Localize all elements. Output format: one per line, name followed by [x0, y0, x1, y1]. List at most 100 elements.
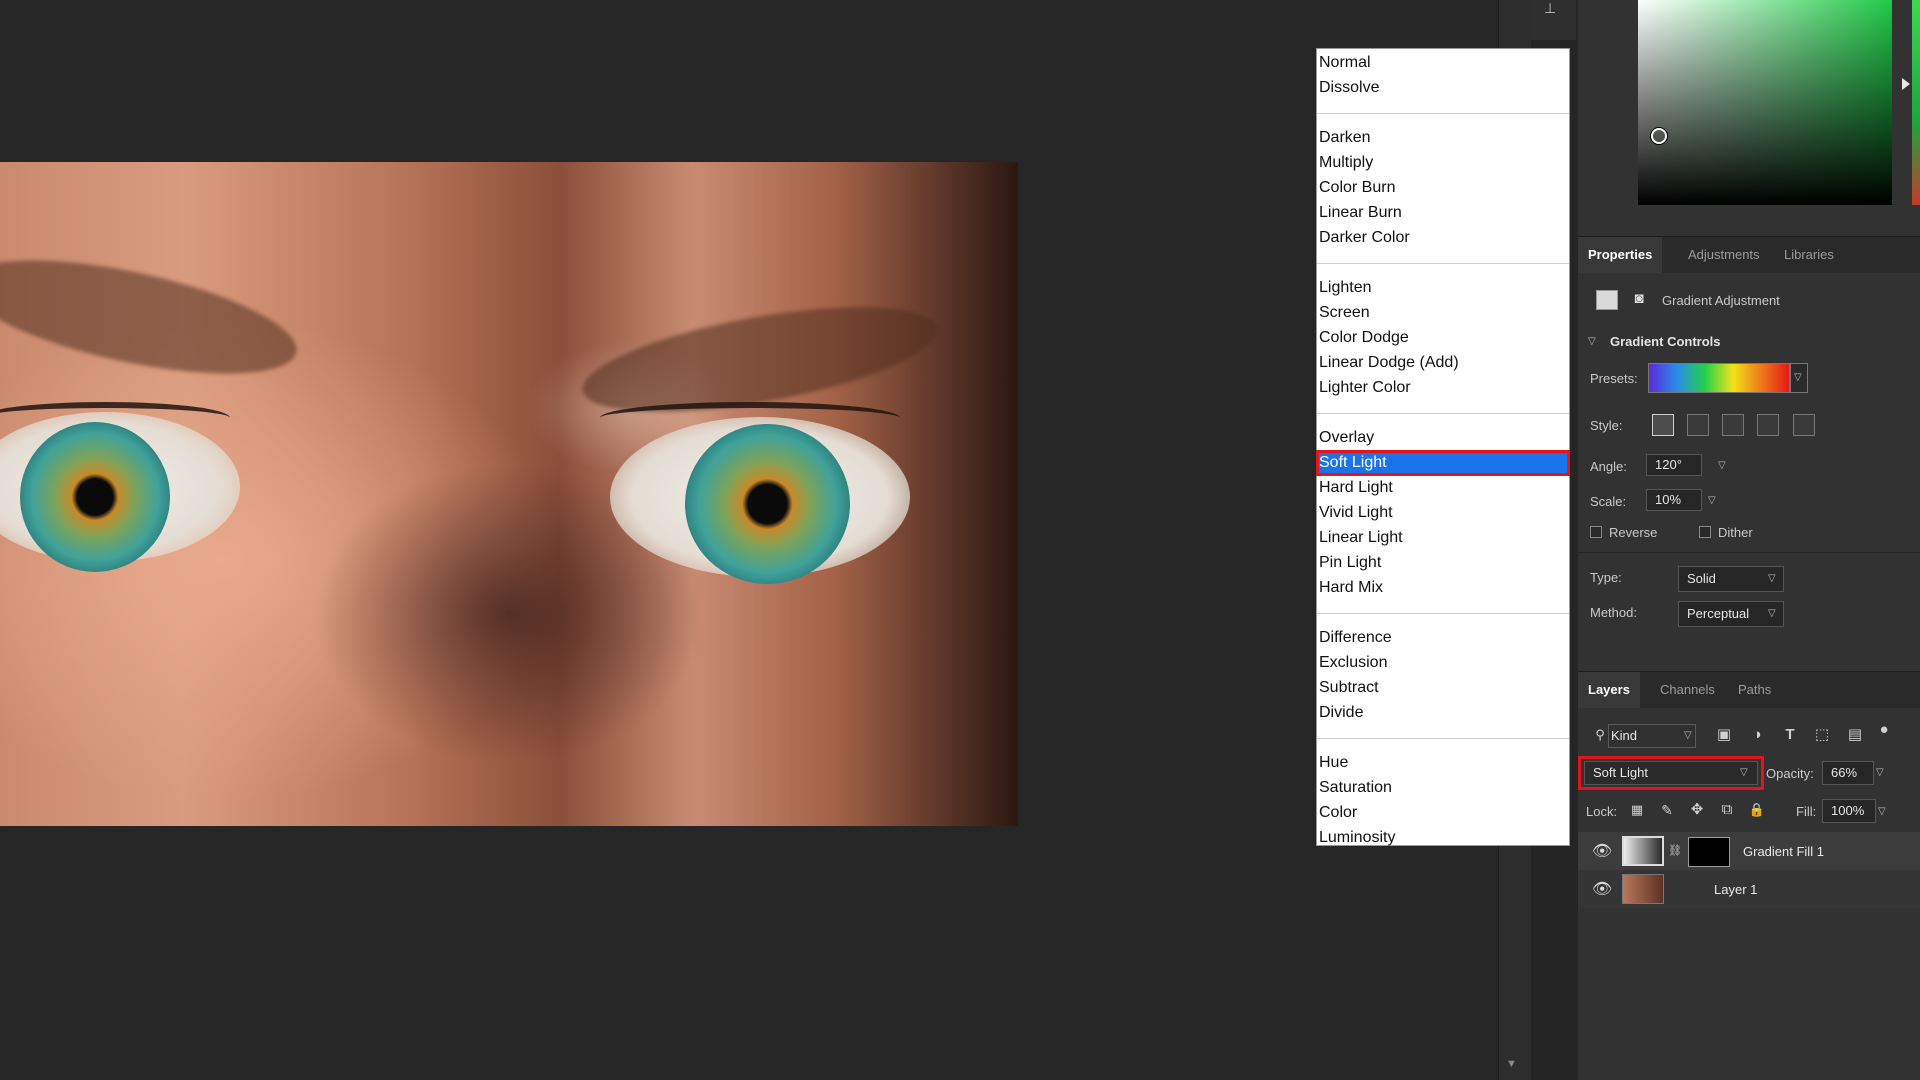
- blend-option-screen[interactable]: Screen: [1317, 301, 1569, 325]
- opacity-chevron-icon[interactable]: ▽: [1876, 767, 1884, 778]
- style-label: Style:: [1590, 418, 1623, 433]
- tab-layers[interactable]: Layers: [1578, 672, 1640, 708]
- scroll-down-icon[interactable]: ▼: [1506, 1058, 1517, 1070]
- filter-smart-object-icon[interactable]: ▤: [1844, 725, 1866, 745]
- canvas-image[interactable]: [0, 162, 1018, 826]
- style-linear-button[interactable]: [1652, 414, 1674, 436]
- tab-properties[interactable]: Properties: [1578, 237, 1663, 273]
- blend-option-exclusion[interactable]: Exclusion: [1317, 651, 1569, 675]
- method-label: Method:: [1590, 605, 1637, 620]
- blend-option-multiply[interactable]: Multiply: [1317, 151, 1569, 175]
- blend-option-lighten[interactable]: Lighten: [1317, 276, 1569, 300]
- layer-name[interactable]: Gradient Fill 1: [1743, 844, 1824, 859]
- blend-mode-chevron-icon[interactable]: ▽: [1740, 767, 1748, 778]
- style-radial-button[interactable]: [1687, 414, 1709, 436]
- color-picker-cursor[interactable]: [1651, 128, 1667, 144]
- gradient-controls-heading: Gradient Controls: [1610, 334, 1721, 349]
- blend-option-difference[interactable]: Difference: [1317, 626, 1569, 650]
- filter-type-icon[interactable]: T: [1779, 725, 1801, 745]
- layer-link-icon[interactable]: ⛓: [1668, 844, 1682, 857]
- lock-artboard-icon[interactable]: ⧉: [1716, 800, 1738, 820]
- fill-label: Fill:: [1796, 804, 1817, 819]
- lock-position-icon[interactable]: ✥: [1686, 800, 1708, 820]
- lock-image-icon[interactable]: ✎: [1656, 800, 1678, 820]
- scale-chevron-icon[interactable]: ▽: [1708, 495, 1716, 506]
- right-iris: [685, 424, 850, 584]
- blend-option-normal[interactable]: Normal: [1317, 51, 1569, 75]
- left-eyebrow: [0, 237, 306, 397]
- hue-slider-arrow-icon[interactable]: [1902, 78, 1910, 90]
- scale-input[interactable]: 10%: [1646, 489, 1702, 511]
- filter-shape-icon[interactable]: ⬚: [1811, 725, 1833, 745]
- angle-chevron-icon[interactable]: ▽: [1718, 460, 1726, 471]
- blend-option-color-burn[interactable]: Color Burn: [1317, 176, 1569, 200]
- tab-libraries[interactable]: Libraries: [1774, 237, 1844, 273]
- blend-option-darker-color[interactable]: Darker Color: [1317, 226, 1569, 250]
- blend-option-vivid-light[interactable]: Vivid Light: [1317, 501, 1569, 525]
- tab-adjustments[interactable]: Adjustments: [1678, 237, 1770, 273]
- adjustment-title: Gradient Adjustment: [1662, 293, 1780, 308]
- blend-mode-dropdown-menu[interactable]: Normal Dissolve Darken Multiply Color Burn Li…: [1316, 48, 1570, 846]
- blend-option-darken[interactable]: Darken: [1317, 126, 1569, 150]
- lock-label: Lock:: [1586, 804, 1618, 819]
- layer-name[interactable]: Layer 1: [1714, 882, 1757, 897]
- blend-option-saturation[interactable]: Saturation: [1317, 776, 1569, 800]
- blend-option-overlay[interactable]: Overlay: [1317, 426, 1569, 450]
- blend-option-color-dodge[interactable]: Color Dodge: [1317, 326, 1569, 350]
- filter-toggle-icon[interactable]: ●: [1873, 720, 1895, 740]
- menu-separator: [1317, 263, 1569, 264]
- photo-layer-thumbnail[interactable]: [1622, 874, 1664, 904]
- dither-checkbox[interactable]: [1699, 526, 1711, 538]
- blend-option-hard-mix[interactable]: Hard Mix: [1317, 576, 1569, 600]
- blend-option-soft-light[interactable]: Soft Light: [1316, 450, 1570, 476]
- tab-paths[interactable]: Paths: [1728, 672, 1781, 708]
- layer-filter-select[interactable]: Kind: [1608, 724, 1696, 748]
- lock-transparency-icon[interactable]: ▦: [1626, 800, 1648, 820]
- gradient-preset-swatch[interactable]: [1648, 363, 1790, 393]
- blend-option-subtract[interactable]: Subtract: [1317, 676, 1569, 700]
- gradient-layer-thumbnail[interactable]: [1622, 836, 1664, 866]
- style-diamond-button[interactable]: [1793, 414, 1815, 436]
- stamp-tool-icon[interactable]: ⊥: [1544, 0, 1562, 16]
- layer-row-layer1[interactable]: 👁 Layer 1: [1578, 870, 1920, 908]
- fill-input[interactable]: 100%: [1822, 799, 1876, 823]
- hue-slider[interactable]: [1912, 0, 1920, 205]
- lock-all-icon[interactable]: 🔒: [1746, 800, 1768, 820]
- method-chevron-icon[interactable]: ▽: [1768, 608, 1776, 619]
- adjustment-layer-icon: [1596, 290, 1618, 310]
- type-label: Type:: [1590, 570, 1622, 585]
- collapse-chevron-icon[interactable]: ▽: [1588, 336, 1596, 347]
- reverse-checkbox[interactable]: [1590, 526, 1602, 538]
- style-angle-button[interactable]: [1722, 414, 1744, 436]
- layer-mask-icon: ◙: [1634, 290, 1644, 307]
- angle-label: Angle:: [1590, 459, 1627, 474]
- opacity-input[interactable]: 66%: [1822, 761, 1874, 785]
- filter-pixel-icon[interactable]: ▣: [1713, 725, 1735, 745]
- presets-chevron-icon[interactable]: ▽: [1794, 372, 1802, 383]
- filter-chevron-icon[interactable]: ▽: [1684, 730, 1692, 741]
- blend-option-divide[interactable]: Divide: [1317, 701, 1569, 725]
- layer-visibility-eye-icon[interactable]: 👁: [1592, 879, 1612, 899]
- layer-row-gradient-fill[interactable]: 👁 ⛓ Gradient Fill 1: [1578, 832, 1920, 870]
- blend-option-dissolve[interactable]: Dissolve: [1317, 76, 1569, 100]
- blend-option-pin-light[interactable]: Pin Light: [1317, 551, 1569, 575]
- blend-option-linear-burn[interactable]: Linear Burn: [1317, 201, 1569, 225]
- angle-input[interactable]: 120°: [1646, 454, 1702, 476]
- blend-option-hard-light[interactable]: Hard Light: [1317, 476, 1569, 500]
- style-reflected-button[interactable]: [1757, 414, 1779, 436]
- blend-option-luminosity[interactable]: Luminosity: [1317, 826, 1569, 850]
- fill-chevron-icon[interactable]: ▽: [1878, 806, 1886, 817]
- tab-channels[interactable]: Channels: [1650, 672, 1725, 708]
- blend-option-color[interactable]: Color: [1317, 801, 1569, 825]
- blend-option-linear-dodge-add[interactable]: Linear Dodge (Add): [1317, 351, 1569, 375]
- blend-option-hue[interactable]: Hue: [1317, 751, 1569, 775]
- layer-blend-mode-select[interactable]: Soft Light: [1584, 761, 1758, 785]
- blend-option-linear-light[interactable]: Linear Light: [1317, 526, 1569, 550]
- layer-visibility-eye-icon[interactable]: 👁: [1592, 841, 1612, 861]
- canvas-area[interactable]: [0, 0, 1498, 1080]
- filter-adjustment-icon[interactable]: ◑: [1746, 725, 1768, 745]
- color-picker-field[interactable]: [1638, 0, 1892, 205]
- blend-option-lighter-color[interactable]: Lighter Color: [1317, 376, 1569, 400]
- type-chevron-icon[interactable]: ▽: [1768, 573, 1776, 584]
- layer-mask-thumbnail[interactable]: [1688, 837, 1730, 867]
